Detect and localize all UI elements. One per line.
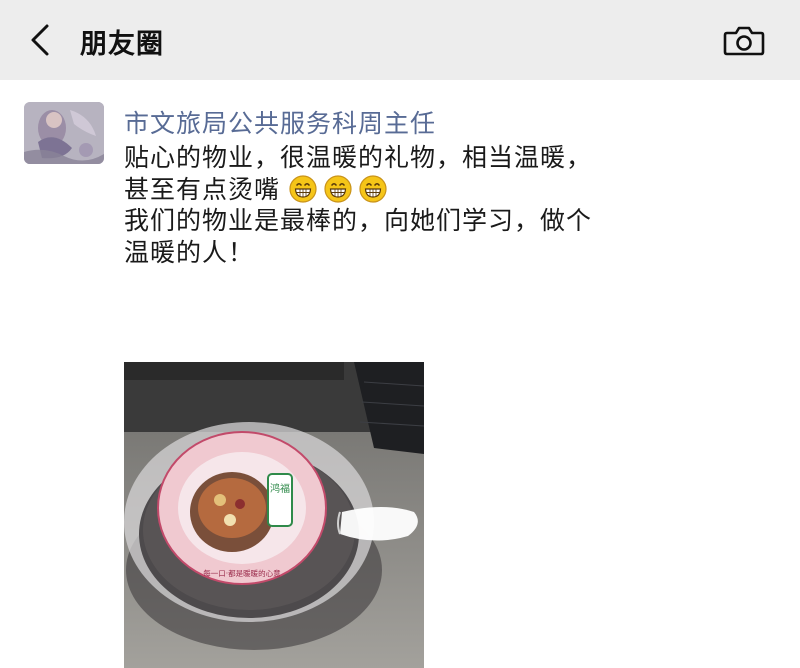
moments-post: 市文旅局公共服务科周主任 贴心的物业，很温暖的礼物，相当温暖， 甚至有点烫嘴 我… bbox=[0, 80, 800, 668]
post-text-line-3: 我们的物业是最棒的，向她们学习，做个 bbox=[124, 206, 593, 235]
grinning-face-icon bbox=[289, 174, 317, 203]
camera-icon bbox=[723, 26, 765, 56]
lid-slogan-text: 每一口·都是暖暖的心意 bbox=[203, 568, 280, 578]
camera-button[interactable] bbox=[722, 24, 766, 58]
post-text-line-2-text: 甚至有点烫嘴 bbox=[124, 174, 281, 204]
post-text-line-2: 甚至有点烫嘴 bbox=[124, 174, 764, 206]
photo-dessert-cup: 鸿福 每一口·都是暖暖的心意 bbox=[124, 362, 424, 668]
post-text-line-4: 温暖的人！ bbox=[124, 237, 255, 267]
back-button[interactable] bbox=[22, 20, 58, 60]
author-name[interactable]: 市文旅局公共服务科周主任 bbox=[124, 104, 436, 140]
chevron-left-icon bbox=[31, 24, 49, 56]
grinning-face-icon bbox=[359, 174, 387, 203]
post-text: 贴心的物业，很温暖的礼物，相当温暖， 甚至有点烫嘴 我们的物业是最棒的，向她们学… bbox=[124, 142, 764, 268]
post-text-line-1: 贴心的物业，很温暖的礼物，相当温暖， bbox=[124, 143, 593, 172]
grinning-face-icon bbox=[324, 174, 352, 203]
avatar[interactable] bbox=[24, 102, 104, 164]
lid-brand-text: 鸿福 bbox=[270, 482, 290, 495]
top-nav-bar: 朋友圈 bbox=[0, 0, 800, 80]
post-photo[interactable]: 鸿福 每一口·都是暖暖的心意 bbox=[124, 362, 424, 668]
avatar-artwork bbox=[24, 102, 104, 164]
page-title: 朋友圈 bbox=[80, 29, 164, 60]
